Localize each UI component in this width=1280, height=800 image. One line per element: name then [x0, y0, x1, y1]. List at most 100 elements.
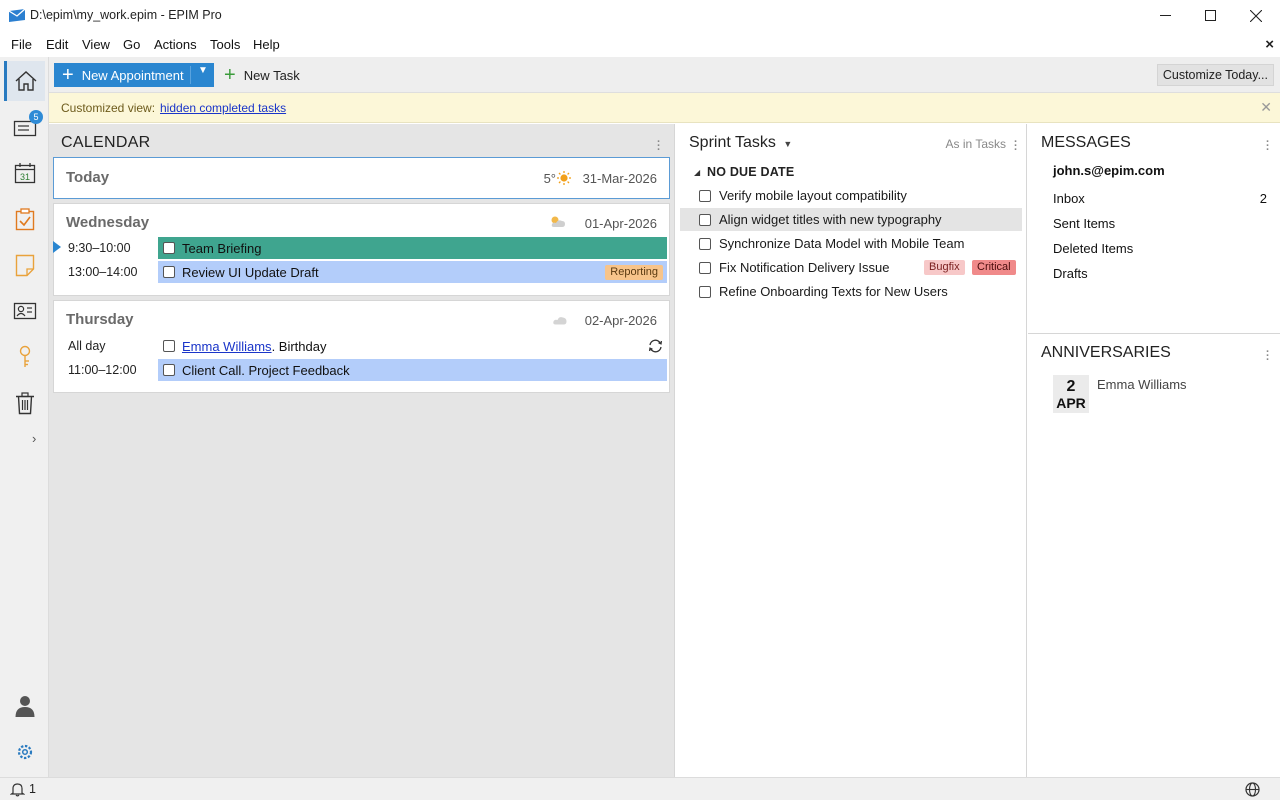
- menu-help[interactable]: Help: [253, 37, 280, 52]
- tag-critical: Critical: [972, 260, 1016, 275]
- task-checkbox[interactable]: [699, 285, 711, 298]
- event-checkbox[interactable]: [163, 242, 175, 254]
- close-infobar-icon[interactable]: ✕: [1260, 99, 1272, 116]
- nav-trash[interactable]: [4, 383, 45, 423]
- tasks-menu-kebab-icon[interactable]: · · ·: [1014, 137, 1018, 156]
- plus-icon: +: [62, 64, 74, 86]
- event-birthday[interactable]: Emma Williams. Birthday: [158, 335, 667, 357]
- nav-settings[interactable]: [4, 732, 45, 772]
- notification-count: 1: [29, 782, 36, 796]
- nav-tasks[interactable]: [4, 199, 45, 239]
- task-checkbox[interactable]: [699, 189, 711, 202]
- trash-icon: [15, 392, 34, 415]
- close-icon: [1250, 9, 1262, 22]
- task-row[interactable]: Refine Onboarding Texts for New Users: [680, 280, 1022, 303]
- event-checkbox[interactable]: [163, 340, 175, 352]
- event-time: 13:00–14:00: [68, 265, 138, 279]
- menu-go[interactable]: Go: [123, 37, 140, 52]
- new-task-button[interactable]: + New Task: [224, 65, 300, 85]
- event-time: 11:00–12:00: [68, 363, 137, 377]
- toolbar: + New Appointment ▼ + New Task Customize…: [49, 57, 1280, 93]
- current-event-marker: [53, 241, 61, 253]
- task-title: Synchronize Data Model with Mobile Team: [719, 236, 965, 251]
- day-title-today: Today: [66, 169, 110, 186]
- menu-tools[interactable]: Tools: [210, 37, 240, 52]
- task-row[interactable]: Fix Notification Delivery Issue Bugfix C…: [680, 256, 1022, 279]
- task-checkbox[interactable]: [699, 237, 711, 250]
- contact-link[interactable]: Emma Williams: [182, 339, 272, 354]
- close-document-button[interactable]: ×: [1265, 36, 1274, 53]
- calendar-menu-kebab-icon[interactable]: · · ·: [657, 137, 661, 156]
- maximize-icon: [1204, 10, 1216, 21]
- menu-bar: File Edit View Go Actions Tools Help ×: [0, 31, 1280, 57]
- wednesday-date: 01-Apr-2026: [584, 216, 657, 231]
- event-client-call[interactable]: Client Call. Project Feedback: [158, 359, 667, 381]
- menu-view[interactable]: View: [82, 37, 110, 52]
- status-bar: 1: [0, 777, 1280, 800]
- messages-panel: MESSAGES · · · john.s@epim.com Inbox 2 Sen…: [1028, 124, 1280, 334]
- folder-deleted-items[interactable]: Deleted Items: [1053, 241, 1133, 256]
- nav-notes[interactable]: [4, 245, 45, 285]
- minimize-button[interactable]: [1142, 0, 1188, 31]
- globe-icon[interactable]: [1245, 782, 1260, 797]
- minimize-icon: [1159, 15, 1171, 16]
- task-row[interactable]: Align widget titles with new typography: [680, 208, 1022, 231]
- nav-home[interactable]: [4, 61, 45, 101]
- task-list-title: Sprint Tasks: [689, 134, 776, 151]
- event-team-briefing[interactable]: Team Briefing: [158, 237, 667, 259]
- nav-calendar[interactable]: 31: [4, 153, 45, 193]
- anniversaries-menu-kebab-icon[interactable]: · · ·: [1266, 347, 1270, 366]
- task-row[interactable]: Verify mobile layout compatibility: [680, 184, 1022, 207]
- title-bar: D:\epim\my_work.epim - EPIM Pro: [0, 0, 1280, 31]
- recurring-icon: [648, 339, 663, 353]
- messages-panel-title: MESSAGES: [1041, 134, 1131, 151]
- customize-today-button[interactable]: Customize Today...: [1156, 64, 1274, 86]
- plus-icon: +: [224, 64, 236, 86]
- user-icon: [15, 696, 34, 717]
- folder-inbox[interactable]: Inbox: [1053, 191, 1085, 206]
- task-checkbox[interactable]: [699, 213, 711, 226]
- mail-account[interactable]: john.s@epim.com: [1053, 163, 1165, 178]
- close-window-button[interactable]: [1233, 0, 1279, 31]
- gear-icon: [17, 744, 32, 760]
- expand-rail-chevron-icon[interactable]: ›: [32, 431, 36, 446]
- sun-icon: [557, 171, 571, 185]
- new-appointment-button[interactable]: + New Appointment ▼: [54, 63, 214, 87]
- app-logo-icon: [9, 9, 25, 22]
- wednesday-card: Wednesday 01-Apr-2026 9:30–10:00 Team Br…: [53, 203, 670, 296]
- contacts-icon: [13, 302, 36, 320]
- nav-account[interactable]: [4, 686, 45, 726]
- event-title-suffix: . Birthday: [271, 338, 327, 354]
- tasks-view-mode-link[interactable]: As in Tasks: [946, 137, 1006, 151]
- menu-file[interactable]: File: [11, 37, 32, 52]
- dropdown-arrow-icon[interactable]: ▼: [198, 65, 208, 76]
- notes-icon: [15, 254, 34, 277]
- hidden-completed-tasks-link[interactable]: hidden completed tasks: [160, 101, 286, 115]
- cloud-icon: [553, 317, 567, 325]
- maximize-button[interactable]: [1187, 0, 1233, 31]
- task-title: Refine Onboarding Texts for New Users: [719, 284, 948, 299]
- nav-contacts[interactable]: [4, 291, 45, 331]
- calendar-icon: 31: [14, 163, 35, 184]
- messages-menu-kebab-icon[interactable]: · · ·: [1266, 137, 1270, 156]
- today-card[interactable]: Today 5° 31-Mar-2026: [53, 157, 670, 199]
- day-title-wednesday: Wednesday: [66, 214, 150, 231]
- day-title-thursday: Thursday: [66, 311, 134, 328]
- event-review-ui-draft[interactable]: Review UI Update Draft Reporting: [158, 261, 667, 283]
- nav-passwords[interactable]: [4, 337, 45, 377]
- tasks-icon: [15, 208, 34, 231]
- task-list-selector[interactable]: Sprint Tasks ▼: [689, 134, 792, 152]
- menu-edit[interactable]: Edit: [46, 37, 68, 52]
- menu-actions[interactable]: Actions: [154, 37, 197, 52]
- folder-sent-items[interactable]: Sent Items: [1053, 216, 1115, 231]
- folder-drafts[interactable]: Drafts: [1053, 266, 1088, 281]
- inbox-unread-count: 2: [1259, 191, 1267, 206]
- bell-icon[interactable]: [10, 782, 25, 797]
- task-checkbox[interactable]: [699, 261, 711, 274]
- event-checkbox[interactable]: [163, 364, 175, 376]
- task-row[interactable]: Synchronize Data Model with Mobile Team: [680, 232, 1022, 255]
- event-checkbox[interactable]: [163, 266, 175, 278]
- anniversary-contact-name[interactable]: Emma Williams: [1097, 377, 1187, 392]
- window-title: D:\epim\my_work.epim - EPIM Pro: [30, 8, 222, 22]
- collapse-group-icon[interactable]: ◢: [694, 168, 700, 177]
